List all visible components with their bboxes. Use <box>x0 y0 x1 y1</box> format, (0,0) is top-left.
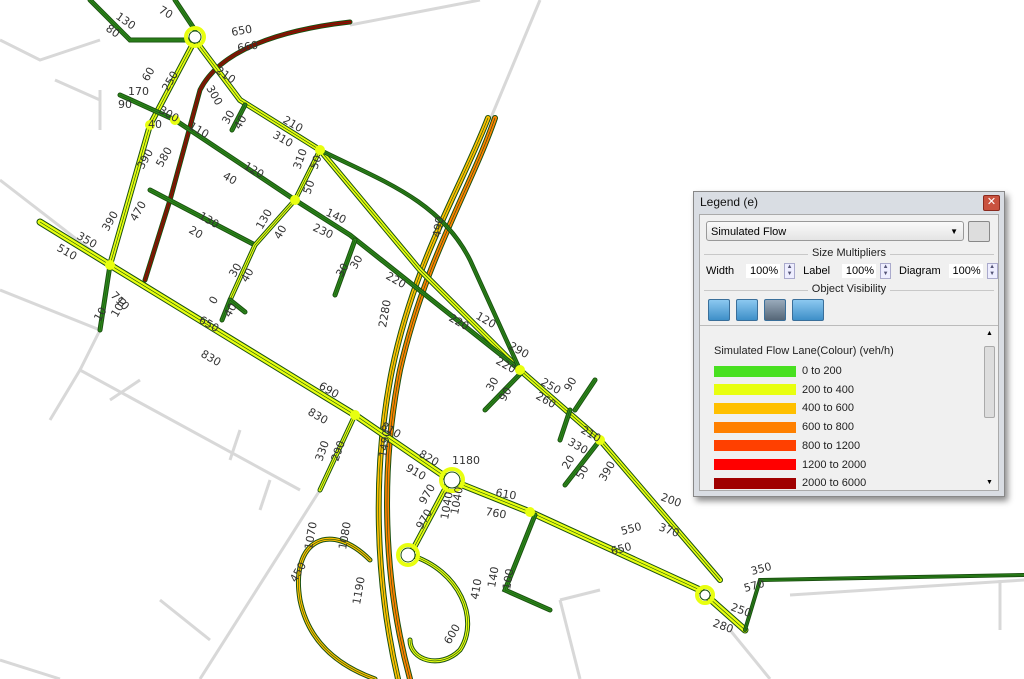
flow-label: 580 <box>153 145 175 170</box>
flow-label: 410 <box>468 578 484 601</box>
flow-label: 90 <box>561 375 579 394</box>
label-label: Label <box>803 265 831 277</box>
legend-swatch <box>714 459 796 470</box>
legend-swatch <box>714 440 796 452</box>
flow-label: 220 <box>384 269 409 291</box>
junction-node <box>290 195 300 205</box>
flow-label: 20 <box>187 223 206 241</box>
junction-node <box>315 145 325 155</box>
flow-label: 830 <box>199 347 224 369</box>
scrollbar[interactable]: ▲ ▼ <box>983 330 996 486</box>
flow-label: 10 <box>91 305 109 324</box>
legend-window[interactable]: Legend (e) ✕ Simulated Flow ▼ Size Multip… <box>693 191 1005 497</box>
label-input[interactable]: 100% <box>842 264 877 278</box>
flow-label: 1180 <box>452 454 480 467</box>
close-icon[interactable]: ✕ <box>983 195 1000 211</box>
legend-item: 1200 to 2000 <box>714 459 866 471</box>
links-icon[interactable] <box>736 299 758 321</box>
flow-label: 140 <box>485 566 501 589</box>
legend-item-label: 0 to 200 <box>802 365 842 377</box>
layer-select[interactable]: Simulated Flow ▼ <box>706 221 964 241</box>
size-multipliers-heading: Size Multipliers <box>700 247 998 259</box>
flow-label: 760 <box>484 505 507 521</box>
flow-label: 830 <box>306 405 331 427</box>
legend-swatch <box>714 477 796 489</box>
object-visibility-heading: Object Visibility <box>700 283 998 295</box>
flow-label: 370 <box>657 521 681 540</box>
legend-item: 400 to 600 <box>714 402 854 414</box>
flow-label: 50 <box>573 463 591 482</box>
junction-node <box>350 410 360 420</box>
nodes-icon[interactable] <box>708 299 730 321</box>
width-spinner[interactable]: ▲ ▼ <box>784 263 796 279</box>
chevron-down-icon: ▼ <box>950 227 958 236</box>
flow-label: 450 <box>287 560 309 585</box>
diagram-label: Diagram <box>899 265 941 277</box>
flow-label: 70 <box>157 3 176 21</box>
flow-label: 650 <box>230 23 253 39</box>
legend-heading: Simulated Flow Lane(Colour) (veh/h) <box>714 345 894 357</box>
flow-label: 390 <box>134 147 156 172</box>
legend-item-label: 1200 to 2000 <box>802 458 867 471</box>
flow-label: 600 <box>441 622 463 647</box>
diagram-spinner[interactable]: ▲ ▼ <box>986 263 998 279</box>
layer-select-value: Simulated Flow <box>711 226 787 238</box>
flow-label: 90 <box>496 385 514 404</box>
width-input[interactable]: 100% <box>746 264 781 278</box>
legend-item: 200 to 400 <box>714 384 854 396</box>
junction-node <box>525 507 535 517</box>
flow-label: 550 <box>619 520 643 538</box>
legend-item: 2000 to 6000 <box>714 477 866 489</box>
legend-item-label: 800 to 1200 <box>802 439 861 452</box>
scrollbar-thumb[interactable] <box>984 346 995 418</box>
list-icon[interactable] <box>968 221 990 242</box>
flow-label: 40 <box>148 118 162 131</box>
flow-label: 100 <box>500 568 516 591</box>
legend-item: 0 to 200 <box>714 365 842 377</box>
diagram-input[interactable]: 100% <box>948 264 983 278</box>
flow-label: 170 <box>128 85 149 98</box>
flow-label: 40 <box>221 169 240 187</box>
flow-label: 60 <box>139 65 157 84</box>
flow-label: 290 <box>329 439 348 463</box>
legend-swatch <box>714 402 796 414</box>
zones-icon[interactable] <box>764 299 786 321</box>
junction-node <box>105 260 115 270</box>
flow-label: 1190 <box>350 576 368 606</box>
flow-label: 90 <box>118 98 132 111</box>
width-label: Width <box>706 265 735 277</box>
flow-label: 300 <box>203 83 225 108</box>
legend-body: Simulated Flow Lane(Colour) (veh/h) 0 to… <box>700 325 998 490</box>
legend-swatch <box>714 421 796 433</box>
legend-item-label: 200 to 400 <box>802 383 854 396</box>
flow-label: 200 <box>659 491 683 510</box>
flow-label: 660 <box>236 39 259 55</box>
label-spinner[interactable]: ▲ ▼ <box>880 263 892 279</box>
legend-item-label: 400 to 600 <box>802 402 854 415</box>
legend-item-label: 600 to 800 <box>802 421 854 434</box>
legend-item-label: 2000 to 6000 <box>802 477 867 490</box>
flow-label: 570 <box>742 577 766 595</box>
legend-swatch <box>714 365 796 377</box>
flow-label: 350 <box>749 560 773 578</box>
circle-dropdown-icon[interactable] <box>792 299 824 321</box>
legend-item: 600 to 800 <box>714 421 854 433</box>
legend-item: 800 to 1200 <box>714 440 860 452</box>
legend-swatch <box>714 384 796 396</box>
flow-label: 0 <box>206 294 221 307</box>
flow-label: 390 <box>596 459 618 484</box>
flow-label: 1070 <box>302 521 320 551</box>
legend-title: Legend (e) <box>700 195 759 209</box>
flow-label: 2280 <box>376 299 394 329</box>
